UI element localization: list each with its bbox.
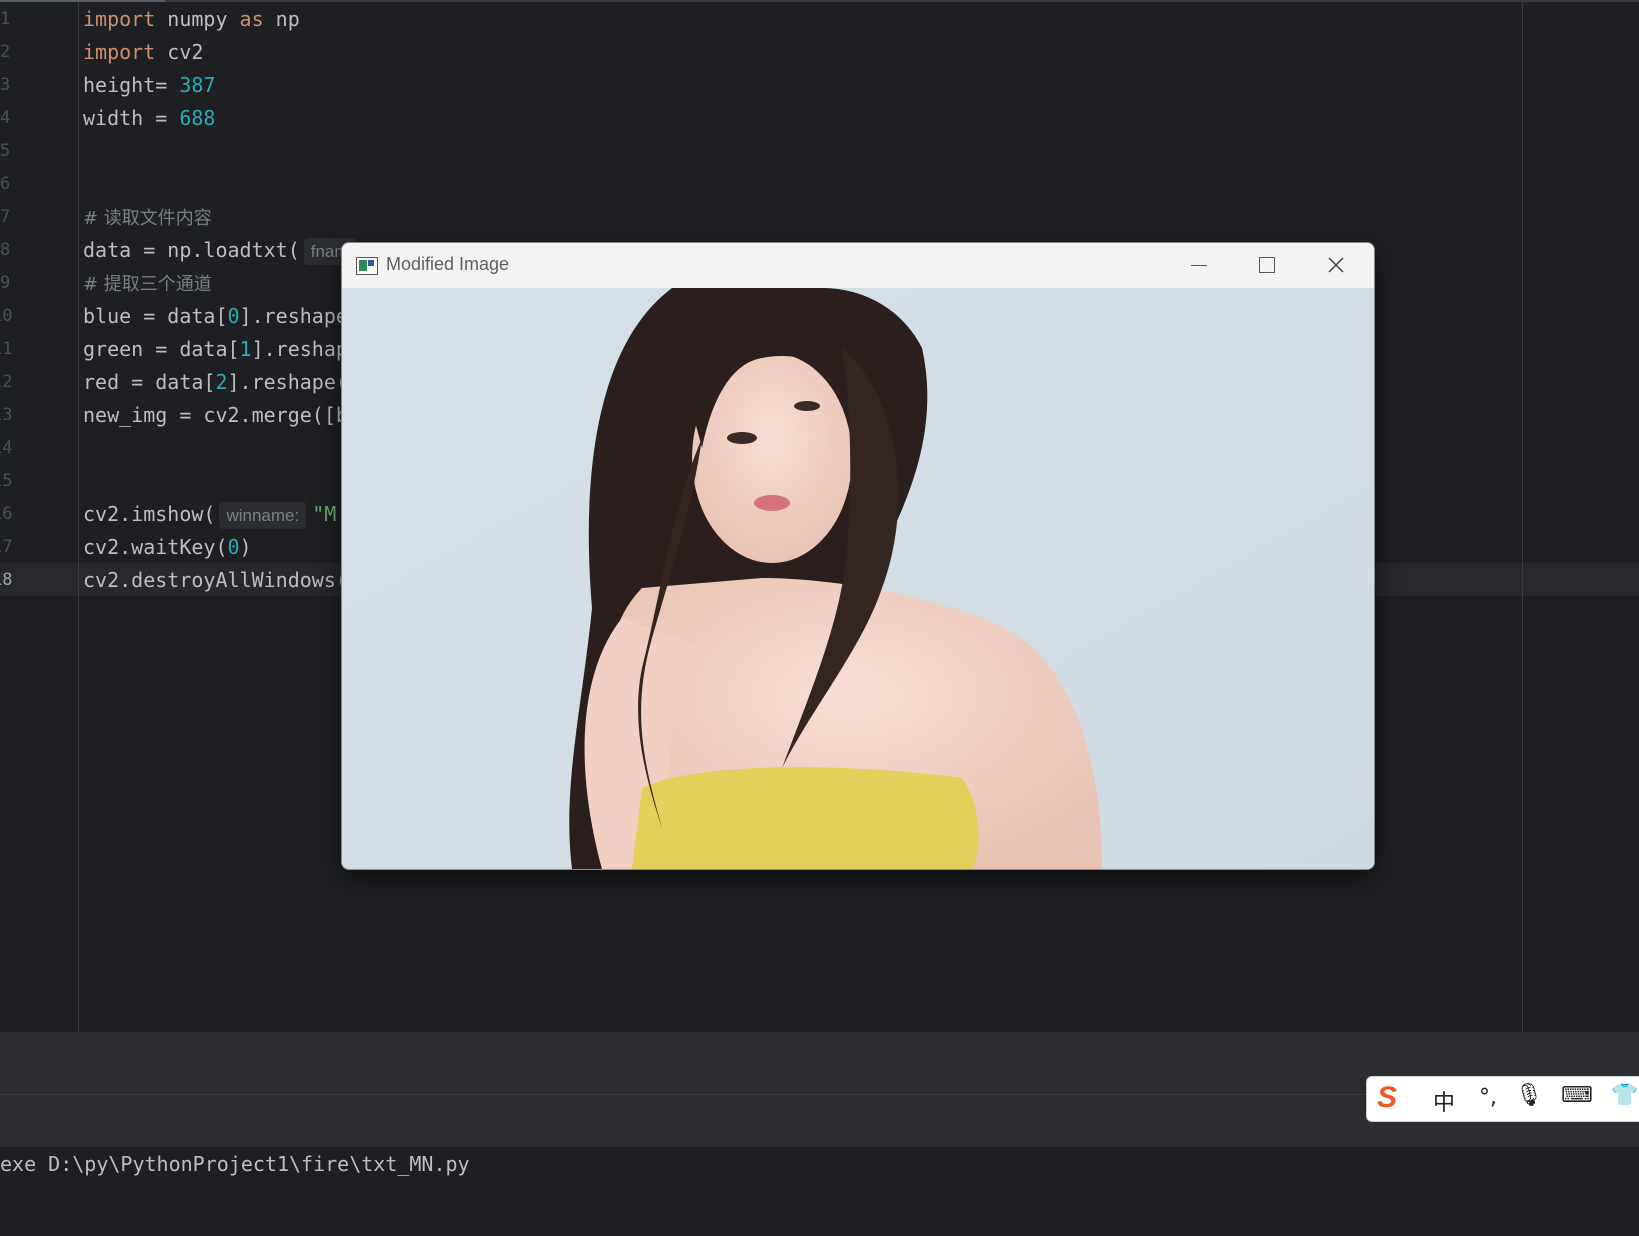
line-number: 16: [0, 504, 13, 524]
right-margin-guide: [1522, 2, 1523, 1032]
sogou-logo-icon[interactable]: S: [1377, 1081, 1397, 1115]
ime-mode-toggle[interactable]: 中: [1433, 1085, 1455, 1117]
opencv-image-window[interactable]: Modified Image: [341, 242, 1375, 870]
string-literal: "M: [312, 502, 337, 526]
active-tab-indicator: [0, 0, 165, 2]
keyword: as: [239, 7, 264, 31]
code-text: cv2.destroyAllWindows(: [83, 568, 348, 592]
identifier: height=: [83, 73, 180, 97]
code-line-16[interactable]: cv2.imshow(winname: "M: [83, 498, 336, 531]
code-line-11[interactable]: green = data[1].reshap: [83, 333, 348, 366]
line-number: 4: [0, 108, 11, 128]
code-line-17[interactable]: cv2.waitKey(0): [83, 531, 252, 564]
app-icon: [356, 257, 378, 275]
code-text: green = data[: [83, 337, 240, 361]
line-number: 7: [0, 207, 11, 227]
keyword: import: [83, 7, 156, 31]
code-line-18[interactable]: cv2.destroyAllWindows(: [83, 564, 348, 597]
keyboard-icon[interactable]: ⌨: [1561, 1083, 1593, 1108]
portrait-photo: [342, 288, 1374, 869]
code-line-9[interactable]: # 提取三个通道: [83, 267, 212, 300]
close-button[interactable]: [1302, 243, 1370, 288]
line-number: 1: [0, 9, 11, 29]
line-number: 8: [0, 240, 11, 260]
number-literal: 1: [239, 337, 252, 361]
code-text: ].reshape: [239, 304, 348, 328]
skin-icon[interactable]: 👕: [1611, 1083, 1638, 1108]
code-text: ): [239, 535, 252, 559]
displayed-image: [342, 288, 1374, 869]
line-number: 9: [0, 273, 11, 293]
number-literal: 2: [215, 370, 228, 394]
number-literal: 0: [227, 535, 240, 559]
line-number: 5: [0, 141, 11, 161]
comment: # 读取文件内容: [83, 208, 212, 229]
comment: # 提取三个通道: [83, 274, 212, 295]
keyword: import: [83, 40, 156, 64]
line-number: 17: [0, 537, 13, 557]
window-titlebar[interactable]: Modified Image: [342, 243, 1374, 288]
code-line-7[interactable]: # 读取文件内容: [83, 201, 212, 234]
code-text: ].reshap: [251, 337, 348, 361]
code-text: cv2.imshow(: [83, 502, 216, 526]
parameter-hint: winname:: [219, 502, 307, 529]
code-text: red = data[: [83, 370, 216, 394]
minimize-button[interactable]: [1164, 243, 1232, 288]
code-line-12[interactable]: red = data[2].reshape(: [83, 366, 348, 399]
line-number: 10: [0, 306, 13, 326]
number-literal: 688: [179, 106, 216, 130]
editor-tab-strip: [0, 0, 1639, 2]
code-line-1[interactable]: import numpy as np: [83, 3, 300, 36]
gutter-divider: [78, 2, 79, 1032]
identifier: numpy: [155, 7, 240, 31]
number-literal: 0: [227, 304, 240, 328]
microphone-icon[interactable]: 🎙: [1515, 1083, 1543, 1108]
code-line-13[interactable]: new_img = cv2.merge([b: [83, 399, 348, 432]
identifier: np: [263, 7, 300, 31]
code-text: blue = data[: [83, 304, 228, 328]
code-line-8[interactable]: data = np.loadtxt(fnam: [83, 234, 362, 267]
code-text: new_img = cv2.merge([b: [83, 403, 348, 427]
window-title: Modified Image: [386, 254, 510, 274]
ime-toolbar[interactable]: S 中 °, 🎙 ⌨ 👕: [1366, 1076, 1639, 1122]
punctuation-toggle[interactable]: °,: [1479, 1085, 1497, 1110]
code-text: cv2.waitKey(: [83, 535, 228, 559]
line-number: 15: [0, 471, 13, 491]
line-number-active: 18: [0, 570, 13, 590]
code-line-3[interactable]: height= 387: [83, 69, 215, 102]
maximize-button[interactable]: [1232, 243, 1300, 288]
number-literal: 387: [179, 73, 216, 97]
identifier: cv2: [155, 40, 204, 64]
code-text: data = np.loadtxt(: [83, 238, 300, 262]
line-number: 2: [0, 42, 11, 62]
line-number: 13: [0, 405, 13, 425]
line-number: 3: [0, 75, 11, 95]
line-number: 14: [0, 438, 13, 458]
line-number: 11: [0, 339, 13, 359]
line-number: 12: [0, 372, 13, 392]
code-line-2[interactable]: import cv2: [83, 36, 203, 69]
code-line-10[interactable]: blue = data[0].reshape: [83, 300, 348, 333]
code-line-4[interactable]: width = 688: [83, 102, 215, 135]
close-icon: [1328, 257, 1344, 273]
identifier: width =: [83, 106, 180, 130]
code-text: ].reshape(: [227, 370, 348, 394]
console-output: exe D:\py\PythonProject1\fire\txt_MN.py: [0, 1152, 470, 1176]
line-number: 6: [0, 174, 11, 194]
